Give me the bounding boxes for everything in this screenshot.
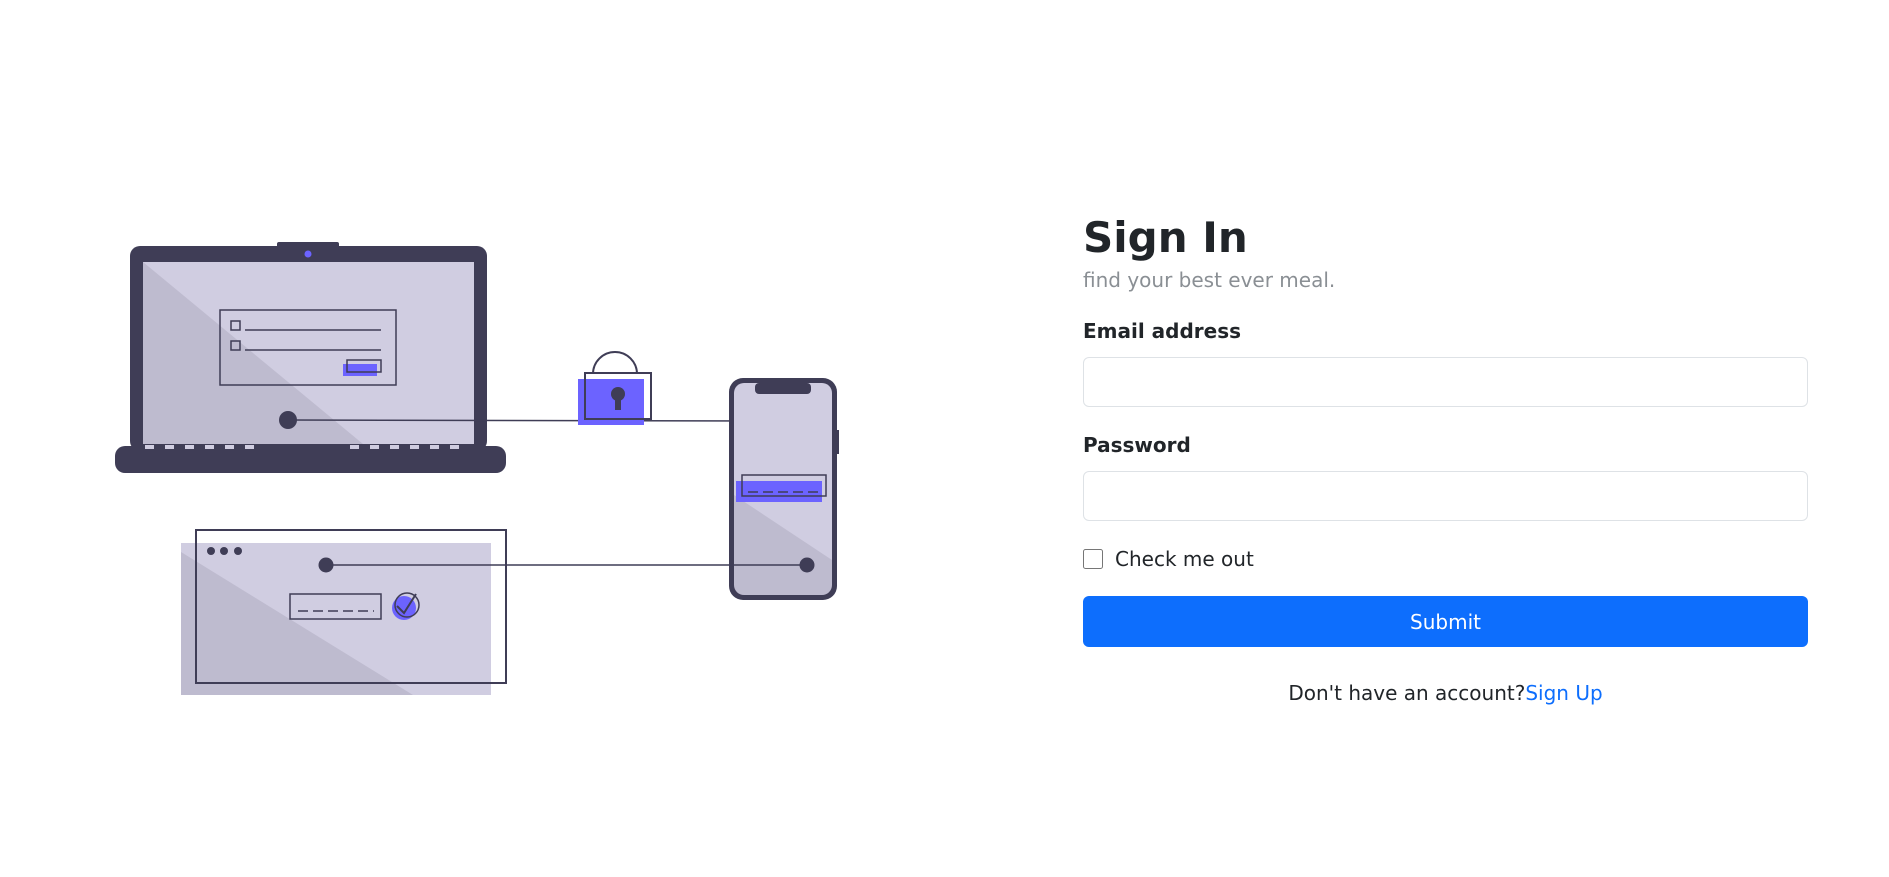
check-me-out-row: Check me out: [1083, 546, 1808, 572]
sign-in-form: Sign In find your best ever meal. Email …: [1083, 210, 1808, 705]
password-group: Password: [1083, 430, 1808, 521]
check-me-out-checkbox[interactable]: [1083, 549, 1103, 569]
laptop-icon: [115, 242, 506, 473]
sign-in-page: Sign In find your best ever meal. Email …: [0, 0, 1889, 877]
password-label: Password: [1083, 433, 1191, 457]
email-field[interactable]: [1083, 357, 1808, 407]
email-label: Email address: [1083, 319, 1242, 343]
sign-up-link[interactable]: Sign Up: [1525, 681, 1602, 705]
page-subtitle: find your best ever meal.: [1083, 268, 1336, 292]
devices-security-illustration: [110, 240, 850, 710]
signup-prompt-text: Don't have an account?: [1288, 681, 1526, 705]
password-field[interactable]: [1083, 471, 1808, 521]
phone-icon: [729, 378, 839, 600]
page-title: Sign In: [1083, 213, 1248, 262]
lock-icon: [578, 351, 652, 425]
browser-window-icon: [181, 529, 507, 695]
check-me-out-label[interactable]: Check me out: [1115, 547, 1254, 571]
email-group: Email address: [1083, 316, 1808, 407]
signup-prompt: Don't have an account?Sign Up: [1083, 681, 1808, 705]
submit-button[interactable]: Submit: [1083, 596, 1808, 647]
